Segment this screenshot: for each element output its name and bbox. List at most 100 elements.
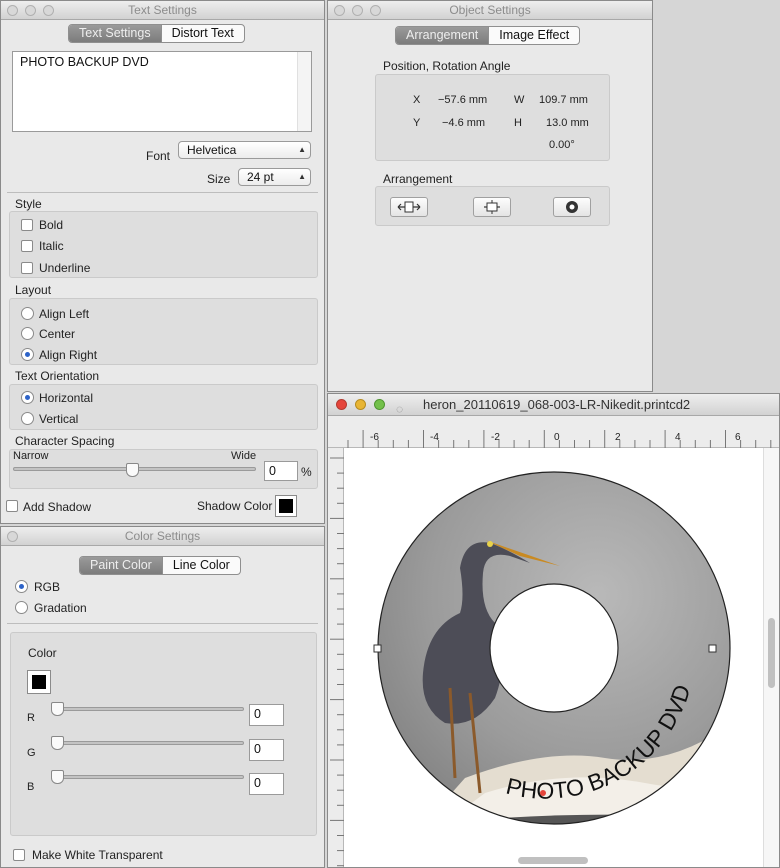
text-anchor-point xyxy=(540,790,546,796)
vertical-scroll-thumb[interactable] xyxy=(768,618,775,688)
tab-paint-color[interactable]: Paint Color xyxy=(80,557,162,574)
object-settings-titlebar[interactable]: Object Settings xyxy=(328,1,652,20)
align-left-radio[interactable] xyxy=(21,307,34,320)
selection-handle-right xyxy=(708,644,717,653)
ruler-label: -2 xyxy=(491,432,500,443)
h-value: 13.0 mm xyxy=(546,117,589,129)
text-settings-panel: Text Settings Text Settings Distort Text… xyxy=(0,0,325,524)
ruler-label: 0 xyxy=(554,432,560,443)
ruler-label: 2 xyxy=(615,432,621,443)
horizontal-scroll-thumb[interactable] xyxy=(518,857,588,864)
w-label: W xyxy=(514,94,525,106)
spacing-heading: Character Spacing xyxy=(15,434,115,448)
vertical-scrollbar[interactable] xyxy=(763,448,779,867)
font-select[interactable]: Helvetica ▲ xyxy=(178,141,311,159)
r-slider-track[interactable] xyxy=(51,707,244,711)
vertical-ruler[interactable] xyxy=(328,448,344,867)
style-heading: Style xyxy=(15,197,42,211)
minimize-icon[interactable] xyxy=(352,5,363,16)
b-slider-track[interactable] xyxy=(51,775,244,779)
document-title: heron_20110619_068-003-LR-Nikedit.printc… xyxy=(423,397,691,412)
align-right-radio[interactable] xyxy=(21,348,34,361)
ruler-ticks xyxy=(330,457,344,867)
b-label: B xyxy=(27,781,35,793)
g-slider-knob[interactable] xyxy=(51,736,64,750)
font-select-value: Helvetica xyxy=(187,143,237,157)
object-settings-panel: Object Settings Arrangement Image Effect… xyxy=(327,0,653,392)
rgb-label: RGB xyxy=(34,580,61,594)
tab-image-effect[interactable]: Image Effect xyxy=(488,27,579,44)
horizontal-ruler[interactable]: -6 -4 -2 0 2 4 6 xyxy=(328,416,779,448)
color-well[interactable] xyxy=(27,670,51,694)
center-on-disc-button[interactable] xyxy=(553,197,591,217)
close-icon[interactable] xyxy=(7,531,18,542)
horizontal-label: Horizontal xyxy=(39,391,94,405)
horizontal-radio[interactable] xyxy=(21,391,34,404)
spacing-slider-knob[interactable] xyxy=(126,463,139,477)
scrollbar-track[interactable] xyxy=(297,52,311,131)
tab-line-color[interactable]: Line Color xyxy=(161,557,240,574)
add-shadow-checkbox[interactable] xyxy=(6,500,18,512)
underline-checkbox[interactable] xyxy=(21,262,33,274)
g-slider-track[interactable] xyxy=(51,741,244,745)
zoom-icon[interactable] xyxy=(370,5,381,16)
h-label: H xyxy=(514,117,522,129)
text-entry-area[interactable]: PHOTO BACKUP DVD xyxy=(12,51,312,132)
r-slider-knob[interactable] xyxy=(51,702,64,716)
rgb-radio[interactable] xyxy=(15,580,28,593)
center-horizontally-button[interactable] xyxy=(390,197,428,217)
shadow-color-well[interactable] xyxy=(275,495,297,517)
close-icon[interactable] xyxy=(7,5,18,16)
color-settings-panel: Color Settings Paint Color Line Color RG… xyxy=(0,526,325,868)
r-input[interactable]: 0 xyxy=(249,704,284,726)
x-label: X xyxy=(413,94,421,106)
b-input[interactable]: 0 xyxy=(249,773,284,795)
ruler-label: 6 xyxy=(735,432,741,443)
arrangement-heading: Arrangement xyxy=(383,172,453,186)
center-vertical-icon xyxy=(484,200,500,214)
color-group xyxy=(10,632,317,836)
size-select[interactable]: 24 pt ▲ xyxy=(238,168,311,186)
divider xyxy=(7,192,318,193)
center-label: Center xyxy=(39,327,76,341)
minimize-icon[interactable] xyxy=(355,399,366,410)
zoom-icon[interactable] xyxy=(43,5,54,16)
text-settings-titlebar[interactable]: Text Settings xyxy=(1,1,324,20)
g-input[interactable]: 0 xyxy=(249,739,284,761)
spacing-input[interactable]: 0 xyxy=(264,461,298,481)
vertical-label: Vertical xyxy=(39,412,79,426)
underline-label: Underline xyxy=(39,261,91,275)
close-icon[interactable] xyxy=(336,399,347,410)
center-vertically-button[interactable] xyxy=(473,197,511,217)
zoom-icon[interactable] xyxy=(374,399,385,410)
orientation-heading: Text Orientation xyxy=(15,369,100,383)
color-settings-titlebar[interactable]: Color Settings xyxy=(1,527,324,546)
bold-checkbox[interactable] xyxy=(21,219,33,231)
b-slider-knob[interactable] xyxy=(51,770,64,784)
disc-center-icon xyxy=(566,201,578,213)
tab-distort-text[interactable]: Distort Text xyxy=(160,25,244,42)
gradation-radio[interactable] xyxy=(15,601,28,614)
canvas-area[interactable]: PHOTO BACKUP DVD xyxy=(345,448,765,868)
text-settings-tabs: Text Settings Distort Text xyxy=(68,24,245,43)
x-value: −57.6 mm xyxy=(438,94,488,106)
font-label: Font xyxy=(146,149,171,163)
document-titlebar[interactable]: ◌ heron_20110619_068-003-LR-Nikedit.prin… xyxy=(328,394,779,416)
color-swatch xyxy=(32,675,46,689)
object-settings-tabs: Arrangement Image Effect xyxy=(395,26,581,45)
size-label: Size xyxy=(207,172,231,186)
align-right-label: Align Right xyxy=(39,348,98,362)
tab-text-settings[interactable]: Text Settings xyxy=(69,25,161,42)
size-select-value: 24 pt xyxy=(247,170,274,184)
color-label: Color xyxy=(28,646,57,660)
vertical-radio[interactable] xyxy=(21,412,34,425)
cd-disc[interactable]: PHOTO BACKUP DVD xyxy=(345,448,765,868)
italic-checkbox[interactable] xyxy=(21,240,33,252)
italic-label: Italic xyxy=(39,239,64,253)
make-white-transparent-checkbox[interactable] xyxy=(13,849,25,861)
shadow-color-swatch xyxy=(279,499,293,513)
center-radio[interactable] xyxy=(21,327,34,340)
minimize-icon[interactable] xyxy=(25,5,36,16)
tab-arrangement[interactable]: Arrangement xyxy=(396,27,489,44)
close-icon[interactable] xyxy=(334,5,345,16)
